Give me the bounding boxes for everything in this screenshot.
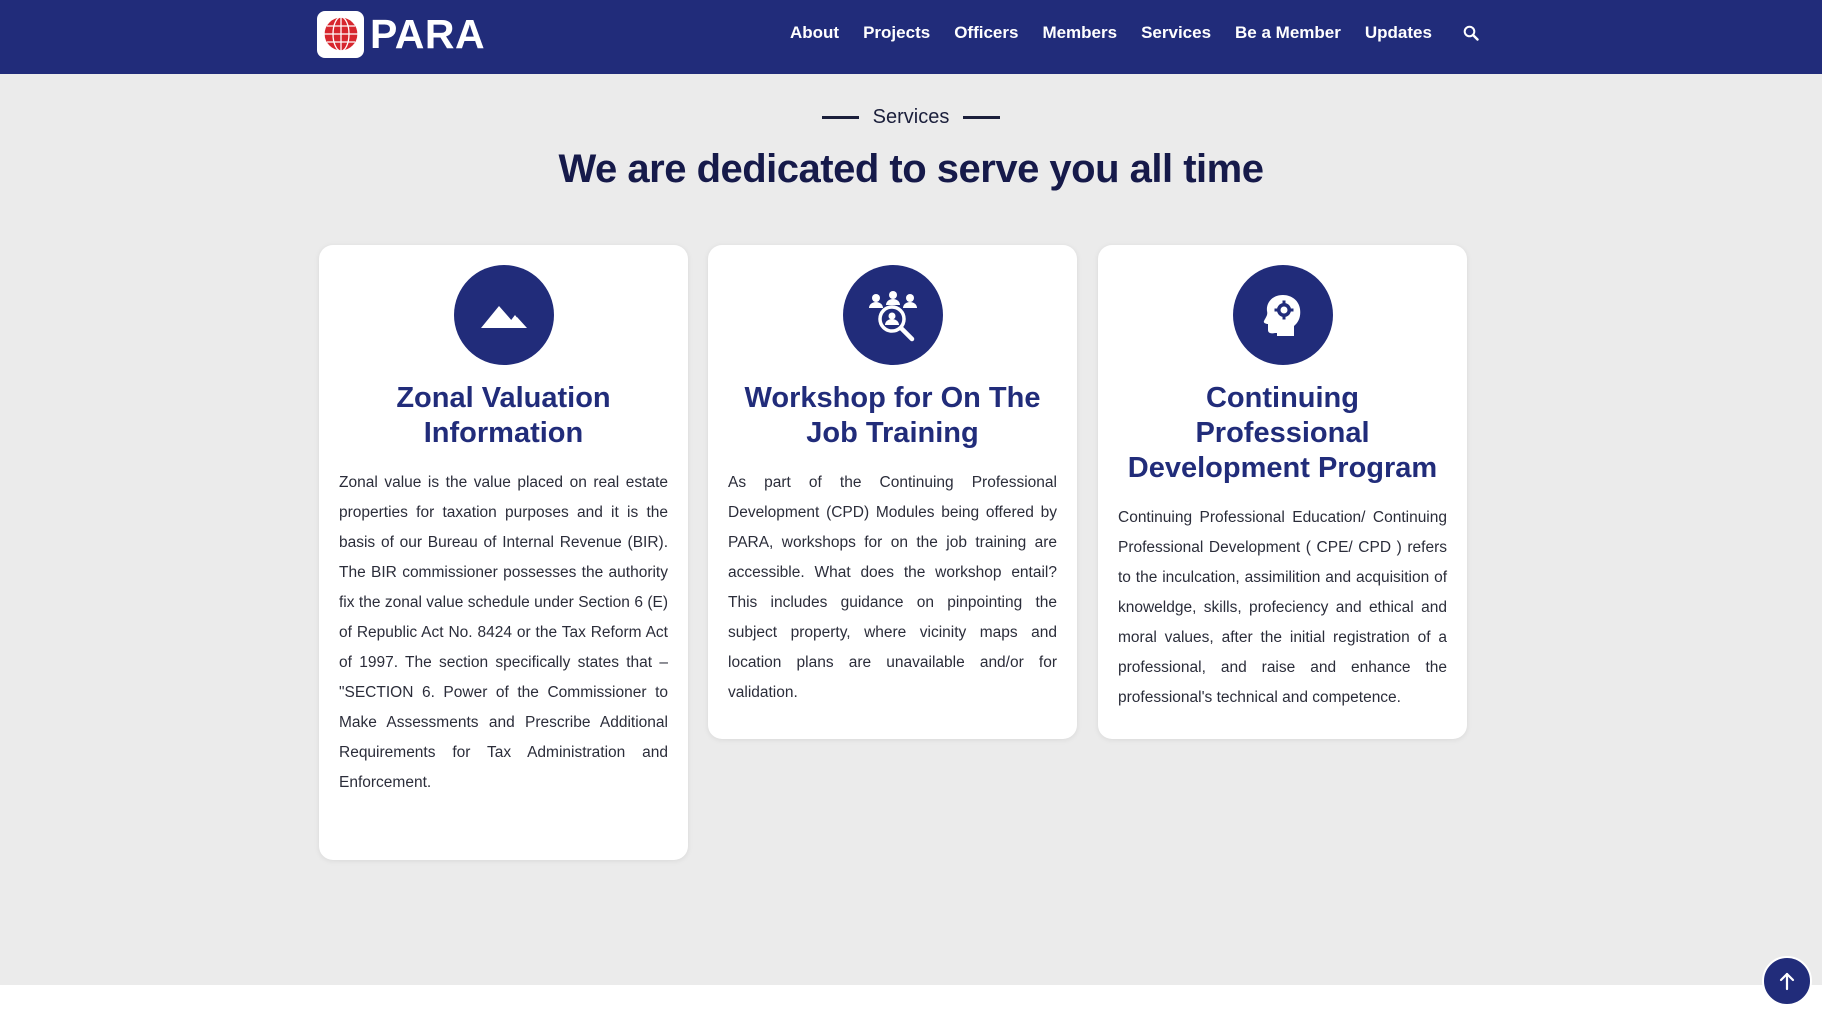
search-icon[interactable] bbox=[1460, 22, 1482, 44]
nav-updates[interactable]: Updates bbox=[1365, 23, 1432, 43]
service-card-cpd-program: Continuing Professional Development Prog… bbox=[1098, 245, 1467, 739]
card-title: Workshop for On The Job Training bbox=[744, 382, 1041, 449]
service-card-zonal-valuation: Zonal Valuation Information Zonal value … bbox=[319, 245, 688, 860]
section-eyebrow: Services bbox=[0, 106, 1822, 129]
mountain-icon bbox=[453, 265, 554, 365]
top-navbar: PARA About Projects Officers Members Ser… bbox=[0, 0, 1822, 74]
nav-be-a-member[interactable]: Be a Member bbox=[1235, 23, 1341, 43]
card-title: Continuing Professional Development Prog… bbox=[1127, 382, 1438, 484]
card-description: As part of the Continuing Professional D… bbox=[728, 474, 1057, 701]
team-search-icon bbox=[842, 265, 943, 365]
head-gear-icon bbox=[1232, 265, 1333, 365]
site-logo[interactable]: PARA bbox=[317, 10, 485, 58]
eyebrow-divider-right bbox=[963, 116, 1001, 119]
nav-about[interactable]: About bbox=[790, 23, 839, 43]
main-nav: About Projects Officers Members Services… bbox=[790, 0, 1482, 66]
arrow-up-icon bbox=[1779, 972, 1795, 991]
nav-officers[interactable]: Officers bbox=[954, 23, 1018, 43]
nav-services[interactable]: Services bbox=[1141, 23, 1211, 43]
eyebrow-label: Services bbox=[872, 106, 950, 128]
brand-name: PARA bbox=[370, 10, 486, 57]
section-headline: We are dedicated to serve you all time bbox=[558, 147, 1264, 191]
globe-logo-icon bbox=[317, 10, 364, 58]
nav-projects[interactable]: Projects bbox=[863, 23, 930, 43]
back-to-top-button[interactable] bbox=[1762, 956, 1812, 1006]
card-description: Zonal value is the value placed on real … bbox=[339, 474, 668, 791]
card-description: Continuing Professional Education/ Conti… bbox=[1118, 509, 1447, 706]
service-card-workshop: Workshop for On The Job Training As part… bbox=[708, 245, 1077, 739]
eyebrow-divider-left bbox=[821, 116, 859, 119]
card-title: Zonal Valuation Information bbox=[396, 382, 611, 449]
nav-members[interactable]: Members bbox=[1042, 23, 1117, 43]
